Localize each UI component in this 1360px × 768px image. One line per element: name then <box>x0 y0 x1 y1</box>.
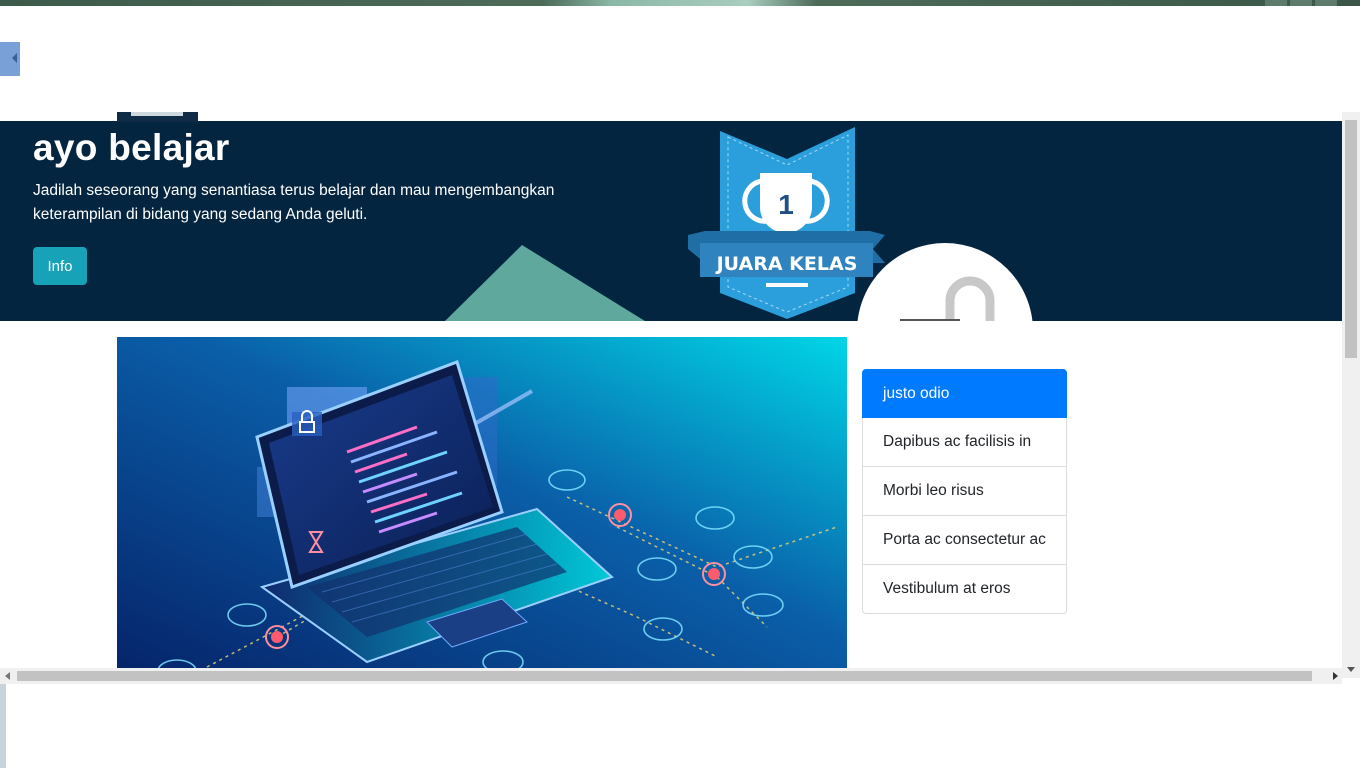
decor-bar <box>900 319 960 321</box>
laptop-illustration-image <box>117 337 847 672</box>
list-group: justo odio Dapibus ac facilisis in Morbi… <box>862 369 1067 614</box>
vertical-scrollbar-thumb[interactable] <box>1345 120 1357 358</box>
below-viewport-area <box>0 684 1360 768</box>
list-item-dapibus[interactable]: Dapibus ac facilisis in <box>862 418 1067 467</box>
badge-text: JUARA KELAS <box>715 253 858 275</box>
hero-lead-text: Jadilah seseorang yang senantiasa terus … <box>33 182 555 223</box>
decor-circle <box>857 243 1033 321</box>
below-viewport-edge <box>0 684 6 768</box>
list-item-porta[interactable]: Porta ac consectetur ac <box>862 516 1067 565</box>
hero-title: ayo belajar <box>33 127 230 168</box>
logo-image <box>117 112 198 122</box>
hero-jumbotron: 1 JUARA KELAS ayo belajar Jadilah seseor… <box>0 121 1342 321</box>
vertical-scrollbar[interactable] <box>1342 112 1360 678</box>
side-panel-toggle[interactable] <box>0 42 20 76</box>
trophy-badge-icon <box>688 127 885 319</box>
laptop-illustration <box>117 337 847 672</box>
decor-triangle <box>445 245 645 321</box>
scroll-left-arrow-icon[interactable] <box>5 672 10 680</box>
horizontal-scrollbar[interactable] <box>0 668 1342 684</box>
list-item-vestibulum[interactable]: Vestibulum at eros <box>862 565 1067 614</box>
navbar <box>20 6 1342 121</box>
list-item-morbi[interactable]: Morbi leo risus <box>862 467 1067 516</box>
info-button[interactable]: Info <box>33 247 87 285</box>
horizontal-scrollbar-thumb[interactable] <box>17 671 1312 681</box>
browser-viewport: 1 JUARA KELAS ayo belajar Jadilah seseor… <box>0 6 1360 684</box>
badge-number: 1 <box>778 189 794 220</box>
scroll-down-arrow-icon[interactable] <box>1347 667 1355 672</box>
list-item-justo-odio[interactable]: justo odio <box>862 369 1067 418</box>
chevron-left-icon <box>12 53 17 63</box>
scroll-right-arrow-icon[interactable] <box>1333 672 1338 680</box>
